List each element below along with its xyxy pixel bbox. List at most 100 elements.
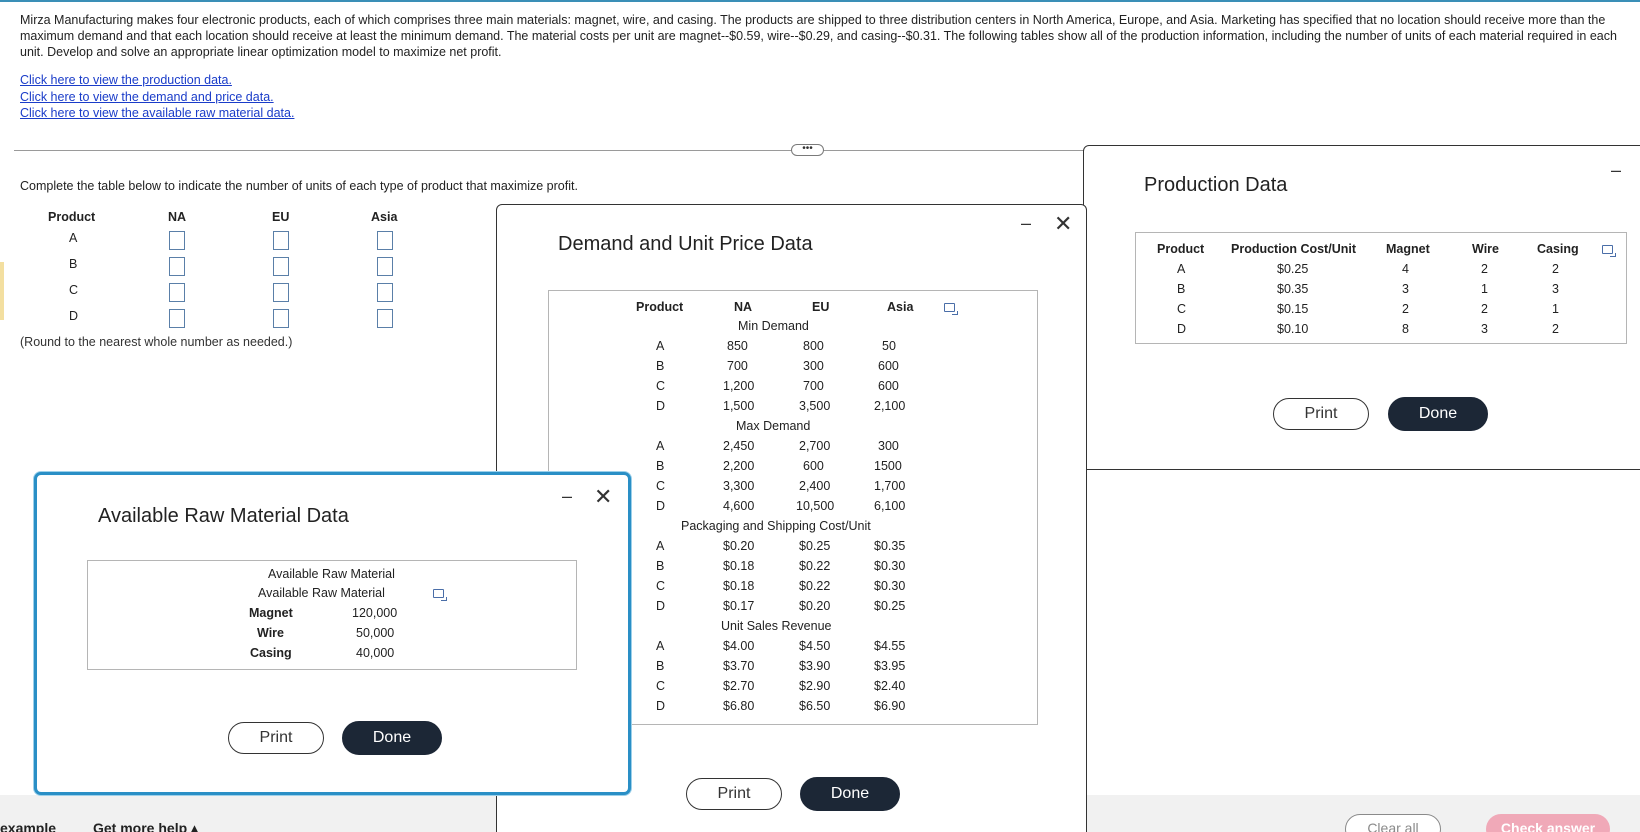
production-print-button[interactable]: Print <box>1273 398 1369 430</box>
demand-header-na: NA <box>734 300 753 314</box>
raw-material-name: Casing <box>250 646 292 660</box>
answer-row-label: B <box>69 257 78 271</box>
demand-cell: 600 <box>803 459 824 473</box>
demand-dialog-minimize-button[interactable]: – <box>1021 213 1031 234</box>
answer-input-b-eu[interactable] <box>273 257 289 276</box>
demand-cell: $0.30 <box>874 559 906 573</box>
production-cell: C <box>1177 302 1187 316</box>
get-more-help-link[interactable]: Get more help ▴ <box>93 820 198 832</box>
production-header-cost: Production Cost/Unit <box>1231 242 1356 256</box>
demand-dialog-title: Demand and Unit Price Data <box>558 233 813 255</box>
answer-input-a-na[interactable] <box>169 231 185 250</box>
answer-input-b-na[interactable] <box>169 257 185 276</box>
demand-cell: 4,600 <box>723 499 755 513</box>
demand-cell: 2,200 <box>723 459 755 473</box>
copy-table-icon[interactable] <box>1602 245 1616 257</box>
raw-dialog-title: Available Raw Material Data <box>98 505 349 527</box>
production-cell: 3 <box>1552 282 1559 296</box>
demand-cell: 800 <box>803 339 824 353</box>
demand-cell: $0.25 <box>799 539 831 553</box>
raw-material-amount: 40,000 <box>356 646 395 660</box>
raw-dialog-minimize-button[interactable]: – <box>562 486 572 507</box>
production-done-button[interactable]: Done <box>1388 397 1488 431</box>
demand-cell: C <box>656 679 666 693</box>
demand-cell: 600 <box>878 379 899 393</box>
demand-cell: 1,200 <box>723 379 755 393</box>
answer-input-c-asia[interactable] <box>377 283 393 302</box>
answer-input-d-asia[interactable] <box>377 309 393 328</box>
production-cell: 8 <box>1402 322 1409 336</box>
raw-dialog-close-button[interactable]: ✕ <box>594 484 612 510</box>
demand-cell: $4.00 <box>723 639 755 653</box>
raw-print-button[interactable]: Print <box>228 722 324 754</box>
answer-input-d-na[interactable] <box>169 309 185 328</box>
demand-cell: $4.50 <box>799 639 831 653</box>
production-cell: $0.15 <box>1277 302 1309 316</box>
production-cell: A <box>1177 262 1186 276</box>
answer-row-label: C <box>69 283 79 297</box>
demand-dialog-close-button[interactable]: ✕ <box>1054 211 1072 237</box>
demand-cell: 2,450 <box>723 439 755 453</box>
production-cell: 1 <box>1481 282 1488 296</box>
demand-cell: $0.20 <box>723 539 755 553</box>
raw-material-amount: 50,000 <box>356 626 395 640</box>
answer-header-asia: Asia <box>371 210 398 224</box>
demand-price-data-link[interactable]: Click here to view the demand and price … <box>20 89 294 106</box>
answer-header-na: NA <box>168 210 187 224</box>
copy-table-icon[interactable] <box>433 589 447 601</box>
production-cell: 2 <box>1552 322 1559 336</box>
production-cell: 2 <box>1481 262 1488 276</box>
demand-cell: $6.90 <box>874 699 906 713</box>
production-cell: 2 <box>1402 302 1409 316</box>
answer-row-label: D <box>69 309 79 323</box>
demand-cell: 1,700 <box>874 479 906 493</box>
demand-cell: $0.22 <box>799 579 831 593</box>
top-accent-rule <box>0 0 1640 2</box>
demand-cell: 2,700 <box>799 439 831 453</box>
demand-cell: B <box>656 559 665 573</box>
production-header-casing: Casing <box>1537 242 1579 256</box>
production-cell: 2 <box>1552 262 1559 276</box>
section-label-min-demand: Min Demand <box>738 319 809 333</box>
production-cell: $0.35 <box>1277 282 1309 296</box>
demand-header-product: Product <box>636 300 684 314</box>
raw-material-data-link[interactable]: Click here to view the available raw mat… <box>20 105 294 122</box>
demand-cell: A <box>656 439 665 453</box>
clear-all-button[interactable]: Clear all <box>1345 814 1441 832</box>
answer-input-b-asia[interactable] <box>377 257 393 276</box>
check-answer-button[interactable]: Check answer <box>1486 814 1610 832</box>
example-link[interactable]: example <box>0 820 56 832</box>
demand-cell: $0.20 <box>799 599 831 613</box>
answer-input-d-eu[interactable] <box>273 309 289 328</box>
demand-header-eu: EU <box>812 300 830 314</box>
production-header-product: Product <box>1157 242 1205 256</box>
answer-input-c-na[interactable] <box>169 283 185 302</box>
production-cell: 4 <box>1402 262 1409 276</box>
copy-table-icon[interactable] <box>944 303 958 315</box>
demand-cell: $3.95 <box>874 659 906 673</box>
demand-print-button[interactable]: Print <box>686 778 782 810</box>
answer-input-a-asia[interactable] <box>377 231 393 250</box>
demand-cell: $3.90 <box>799 659 831 673</box>
demand-cell: $0.17 <box>723 599 755 613</box>
demand-done-button[interactable]: Done <box>800 777 900 811</box>
more-options-button[interactable]: ••• <box>791 144 824 156</box>
demand-cell: 600 <box>878 359 899 373</box>
data-links: Click here to view the production data. … <box>20 72 294 122</box>
demand-cell: $2.90 <box>799 679 831 693</box>
raw-done-button[interactable]: Done <box>342 721 442 755</box>
raw-caption: Available Raw Material <box>258 586 385 600</box>
answer-input-c-eu[interactable] <box>273 283 289 302</box>
production-cell: D <box>1177 322 1187 336</box>
focus-accent-bar <box>0 262 4 320</box>
demand-cell: $0.30 <box>874 579 906 593</box>
demand-cell: C <box>656 379 666 393</box>
demand-cell: 1500 <box>874 459 902 473</box>
raw-material-amount: 120,000 <box>352 606 398 620</box>
demand-cell: $4.55 <box>874 639 906 653</box>
production-data-link[interactable]: Click here to view the production data. <box>20 72 294 89</box>
answer-input-a-eu[interactable] <box>273 231 289 250</box>
production-dialog-minimize-button[interactable]: – <box>1611 160 1621 181</box>
demand-cell: $0.18 <box>723 579 755 593</box>
demand-cell: A <box>656 339 665 353</box>
